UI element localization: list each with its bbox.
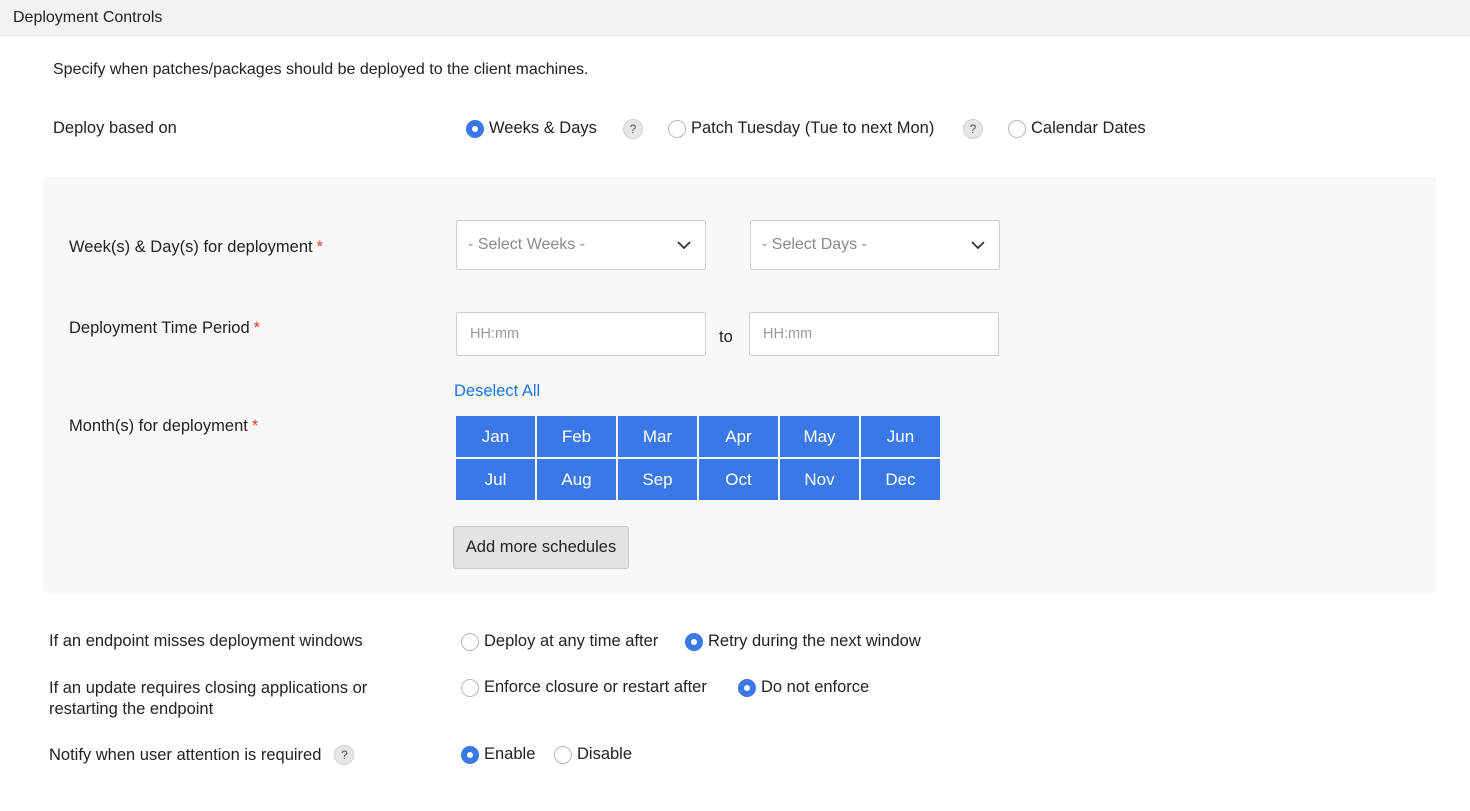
closing-apps-label-line2: restarting the endpoint <box>49 700 214 718</box>
month-aug[interactable]: Aug <box>537 459 616 500</box>
month-jan[interactable]: Jan <box>456 416 535 457</box>
notify-label: Notify when user attention is required ? <box>49 745 355 765</box>
month-jul[interactable]: Jul <box>456 459 535 500</box>
section-header: Deployment Controls <box>0 0 1470 36</box>
add-more-schedules-button[interactable]: Add more schedules <box>453 526 629 569</box>
month-feb[interactable]: Feb <box>537 416 616 457</box>
month-grid: Jan Feb Mar Apr May Jun Jul Aug Sep Oct … <box>456 416 943 500</box>
chevron-down-icon <box>971 241 985 250</box>
required-mark: * <box>253 319 261 337</box>
radio-deploy-any-time-indicator[interactable] <box>461 632 479 651</box>
radio-weeks-days-label: Weeks & Days <box>489 119 597 137</box>
help-icon-patch-tuesday[interactable]: ? <box>963 119 983 139</box>
month-mar[interactable]: Mar <box>618 416 697 457</box>
radio-calendar-dates[interactable]: Calendar Dates <box>1008 119 1146 138</box>
chevron-down-icon <box>677 241 691 250</box>
radio-patch-tuesday-indicator[interactable] <box>668 119 686 138</box>
closing-apps-label-line1: If an update requires closing applicatio… <box>49 679 368 697</box>
closing-apps-label: If an update requires closing applicatio… <box>49 678 367 720</box>
weeks-days-label-text: Week(s) & Day(s) for deployment <box>69 238 313 256</box>
select-days-dropdown[interactable]: - Select Days - <box>750 220 1000 270</box>
time-period-label-text: Deployment Time Period <box>69 319 250 337</box>
help-icon-weeks-days[interactable]: ? <box>623 119 643 139</box>
month-may[interactable]: May <box>780 416 859 457</box>
radio-enable-label: Enable <box>484 745 536 763</box>
radio-calendar-dates-label: Calendar Dates <box>1031 119 1146 137</box>
month-sep[interactable]: Sep <box>618 459 697 500</box>
deploy-based-on-label: Deploy based on <box>53 119 177 137</box>
select-weeks-placeholder: - Select Weeks - <box>468 236 586 253</box>
month-nov[interactable]: Nov <box>780 459 859 500</box>
radio-retry-next-window-label: Retry during the next window <box>708 632 921 650</box>
radio-enable[interactable]: Enable <box>461 745 535 764</box>
radio-do-not-enforce-indicator[interactable] <box>738 678 756 697</box>
missed-window-label: If an endpoint misses deployment windows <box>49 632 363 650</box>
radio-enforce-closure-label: Enforce closure or restart after <box>484 678 707 696</box>
radio-disable[interactable]: Disable <box>554 745 632 764</box>
radio-patch-tuesday-label: Patch Tuesday (Tue to next Mon) <box>691 119 935 137</box>
radio-patch-tuesday[interactable]: Patch Tuesday (Tue to next Mon) <box>668 119 934 138</box>
notify-label-text: Notify when user attention is required <box>49 745 322 764</box>
select-days-placeholder: - Select Days - <box>762 236 867 253</box>
month-apr[interactable]: Apr <box>699 416 778 457</box>
radio-retry-next-window[interactable]: Retry during the next window <box>685 632 921 651</box>
radio-calendar-dates-indicator[interactable] <box>1008 119 1026 138</box>
time-to-label: to <box>719 328 733 346</box>
month-dec[interactable]: Dec <box>861 459 940 500</box>
section-description: Specify when patches/packages should be … <box>53 61 589 78</box>
radio-enable-indicator[interactable] <box>461 745 479 764</box>
month-jun[interactable]: Jun <box>861 416 940 457</box>
radio-weeks-days-indicator[interactable] <box>466 119 484 138</box>
radio-retry-next-window-indicator[interactable] <box>685 632 703 651</box>
required-mark: * <box>251 417 259 435</box>
help-icon-notify[interactable]: ? <box>334 745 355 765</box>
radio-deploy-any-time-label: Deploy at any time after <box>484 632 659 650</box>
time-to-input[interactable] <box>749 312 999 356</box>
radio-deploy-any-time[interactable]: Deploy at any time after <box>461 632 658 651</box>
radio-do-not-enforce[interactable]: Do not enforce <box>738 678 869 697</box>
weeks-days-label: Week(s) & Day(s) for deployment * <box>69 238 323 257</box>
required-mark: * <box>316 238 324 256</box>
radio-disable-label: Disable <box>577 745 633 763</box>
radio-do-not-enforce-label: Do not enforce <box>761 678 870 696</box>
deselect-all-link[interactable]: Deselect All <box>454 382 540 401</box>
months-label: Month(s) for deployment * <box>69 417 258 436</box>
months-label-text: Month(s) for deployment <box>69 417 248 435</box>
time-from-input[interactable] <box>456 312 706 356</box>
radio-disable-indicator[interactable] <box>554 745 572 764</box>
radio-enforce-closure[interactable]: Enforce closure or restart after <box>461 678 707 697</box>
select-weeks-dropdown[interactable]: - Select Weeks - <box>456 220 706 270</box>
radio-enforce-closure-indicator[interactable] <box>461 678 479 697</box>
radio-weeks-days[interactable]: Weeks & Days <box>466 119 597 138</box>
time-period-label: Deployment Time Period * <box>69 319 260 338</box>
month-oct[interactable]: Oct <box>699 459 778 500</box>
